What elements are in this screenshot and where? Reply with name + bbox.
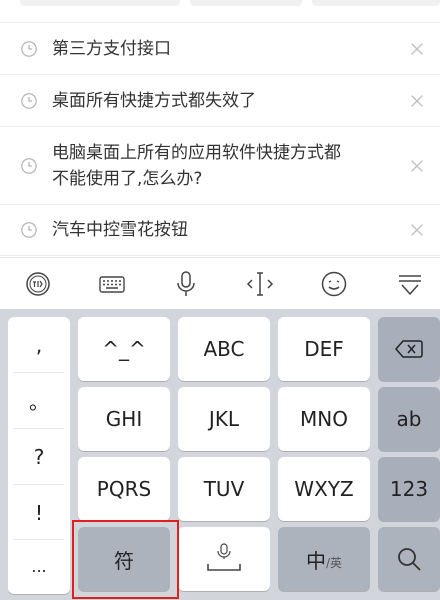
top-chip-strip: [0, 0, 440, 10]
chip[interactable]: [312, 0, 440, 6]
collapse-keyboard-icon[interactable]: [396, 270, 424, 298]
history-item-text: 第三方支付接口: [52, 38, 171, 59]
clock-icon: [21, 222, 37, 238]
key-mno[interactable]: MNO: [278, 387, 370, 451]
clock-icon: [21, 157, 37, 174]
punctuation-key[interactable]: !: [8, 485, 70, 540]
close-icon[interactable]: [408, 92, 426, 110]
punctuation-key[interactable]: ...: [8, 539, 70, 594]
history-item-text-line: 电脑桌面上所有的应用软件快捷方式都: [52, 142, 341, 163]
history-item[interactable]: 桌面所有快捷方式都失效了: [0, 74, 440, 126]
language-switch-key[interactable]: 中 /英: [278, 527, 370, 591]
t9-keyboard: , 。 ? ! ... ^_^ ABC DEF GHI JKL MNO ab P…: [0, 309, 440, 600]
key-ghi[interactable]: GHI: [78, 387, 170, 451]
space-mic-icon: [207, 543, 241, 571]
search-history-list: 第三方支付接口 桌面所有快捷方式都失效了 电脑桌面上所有的应用软件快捷方式都 不…: [0, 22, 440, 256]
history-item[interactable]: 第三方支付接口: [0, 22, 440, 74]
close-icon[interactable]: [408, 40, 426, 58]
history-item-text: 汽车中控雪花按钮: [52, 220, 188, 240]
space-key[interactable]: [178, 527, 270, 591]
cursor-icon[interactable]: [246, 270, 274, 298]
key-wxyz[interactable]: WXYZ: [278, 457, 370, 521]
screen: 第三方支付接口 桌面所有快捷方式都失效了 电脑桌面上所有的应用软件快捷方式都 不…: [0, 0, 440, 600]
punctuation-key[interactable]: 。: [8, 373, 70, 428]
language-sub-label: /英: [325, 555, 343, 570]
history-item-text: 电脑桌面上所有的应用软件快捷方式都 不能使用了,怎么办?: [52, 140, 398, 192]
chip[interactable]: [190, 0, 302, 6]
keyboard-icon[interactable]: [98, 270, 126, 298]
key-abc[interactable]: ABC: [178, 317, 270, 381]
chip[interactable]: [20, 0, 180, 6]
backspace-button[interactable]: [378, 317, 440, 381]
key-pqrs[interactable]: PQRS: [78, 457, 170, 521]
input-method-logo-icon[interactable]: [24, 270, 52, 298]
clock-icon: [21, 92, 37, 109]
history-item[interactable]: 汽车中控雪花按钮: [0, 204, 440, 256]
microphone-icon[interactable]: [172, 270, 200, 298]
punctuation-key[interactable]: ,: [8, 317, 70, 372]
key-jkl[interactable]: JKL: [178, 387, 270, 451]
punctuation-key[interactable]: ?: [8, 429, 70, 484]
key-def[interactable]: DEF: [278, 317, 370, 381]
keyboard-toolbar: [0, 257, 440, 309]
key-emoticon[interactable]: ^_^: [78, 317, 170, 381]
key-tuv[interactable]: TUV: [178, 457, 270, 521]
clock-icon: [21, 40, 37, 57]
search-icon: [398, 548, 421, 571]
backspace-icon: [395, 340, 423, 358]
punctuation-column: , 。 ? ! ...: [8, 317, 70, 594]
highlight-box: [72, 520, 179, 599]
search-key[interactable]: [378, 527, 440, 591]
language-main-label: 中: [305, 548, 326, 573]
close-icon[interactable]: [408, 157, 426, 175]
close-icon[interactable]: [408, 221, 426, 239]
emoji-icon[interactable]: [320, 270, 348, 298]
history-item-text: 桌面所有快捷方式都失效了: [52, 90, 256, 111]
history-item[interactable]: 电脑桌面上所有的应用软件快捷方式都 不能使用了,怎么办?: [0, 126, 440, 204]
number-key[interactable]: 123: [378, 457, 440, 521]
ab-key[interactable]: ab: [378, 387, 440, 451]
history-item-text-line: 不能使用了,怎么办?: [52, 168, 203, 189]
